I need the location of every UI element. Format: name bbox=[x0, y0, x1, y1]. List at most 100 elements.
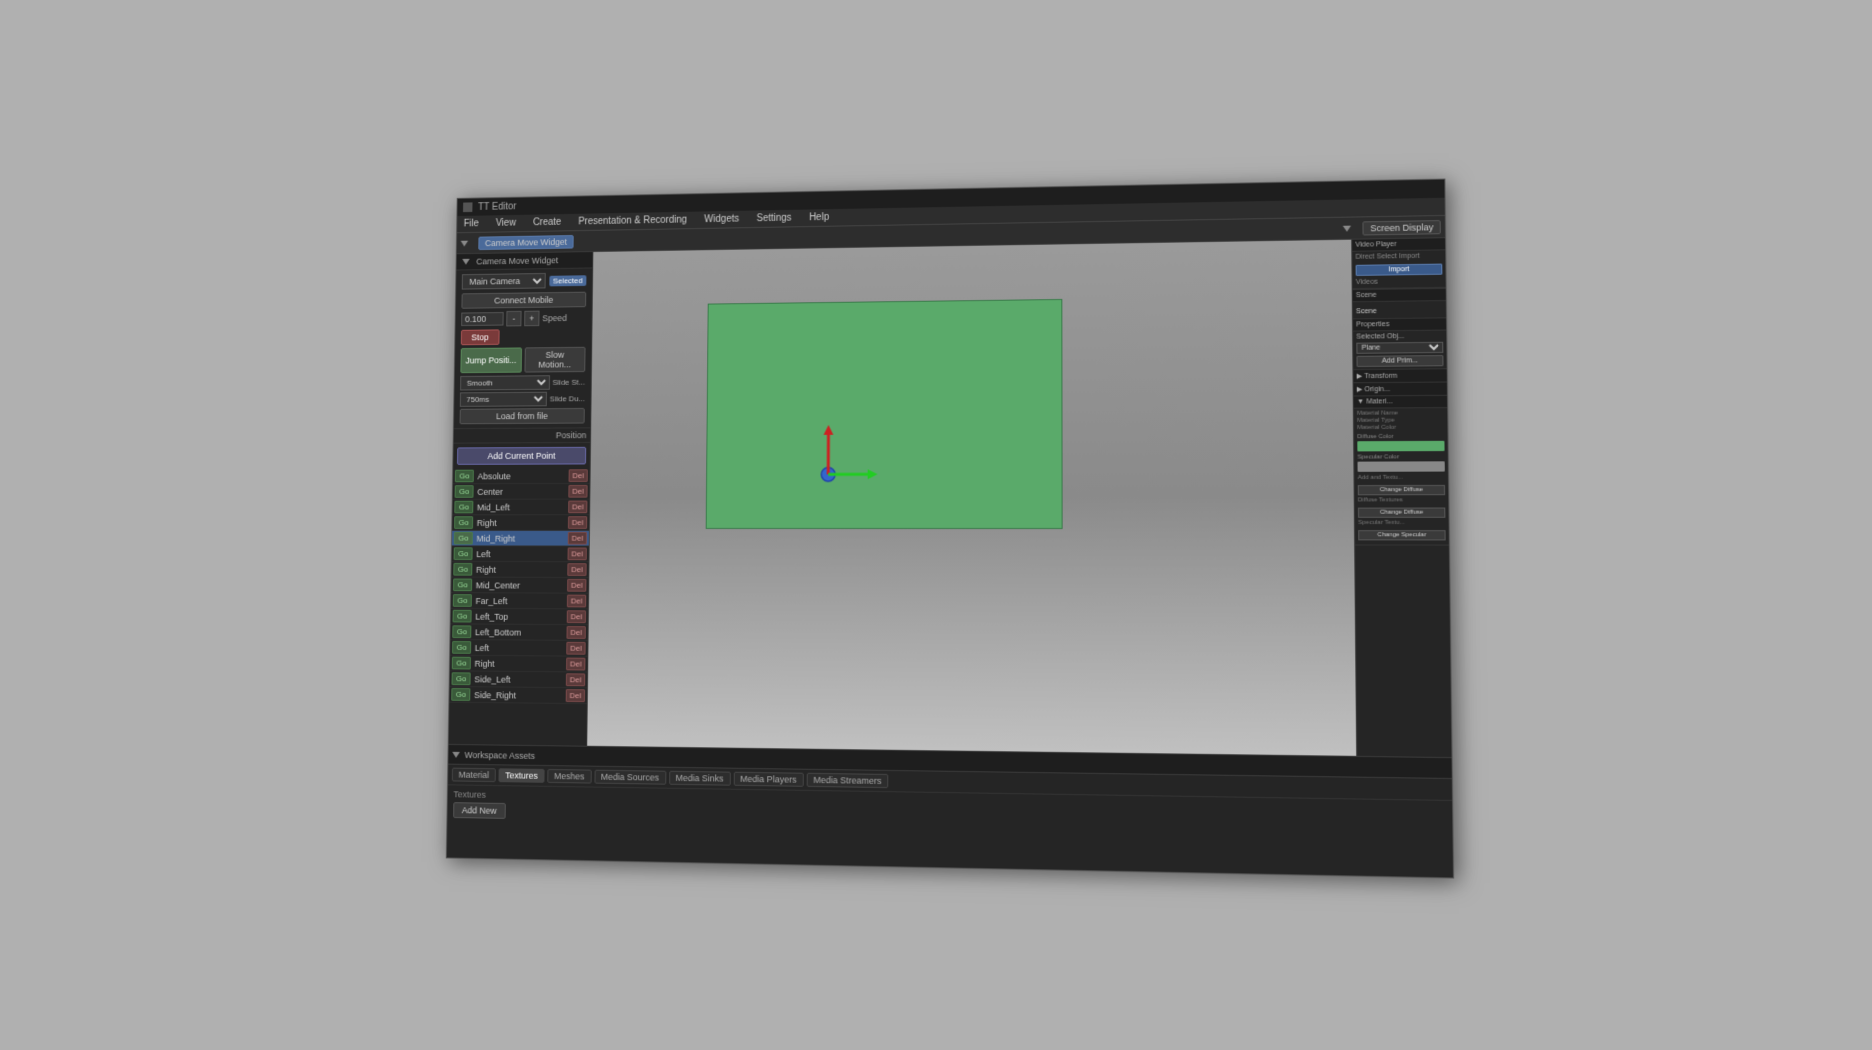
add-prim-btn[interactable]: Add Prim... bbox=[1356, 355, 1443, 367]
menu-create[interactable]: Create bbox=[530, 216, 564, 229]
speed-input[interactable] bbox=[461, 312, 503, 326]
panel-header-label: Camera Move Widget bbox=[476, 255, 558, 266]
position-header: Position bbox=[454, 428, 591, 443]
waypoint-del-btn[interactable]: Del bbox=[569, 469, 588, 482]
transform-gizmo[interactable] bbox=[798, 420, 897, 522]
scene-item[interactable]: Scene bbox=[1356, 308, 1377, 315]
transform-section[interactable]: ▶ Transform bbox=[1353, 369, 1446, 383]
material-tab[interactable]: Material bbox=[452, 768, 496, 782]
load-from-file-btn[interactable]: Load from file bbox=[460, 408, 585, 424]
change-diffuse-btn[interactable]: Change Diffuse bbox=[1358, 485, 1445, 495]
menu-presentation[interactable]: Presentation & Recording bbox=[575, 214, 690, 229]
selected-obj-row: Selected Obj... bbox=[1356, 333, 1443, 341]
plane-select[interactable]: Plane bbox=[1356, 342, 1443, 354]
textures-tab[interactable]: Textures bbox=[498, 768, 544, 783]
waypoint-name: Left_Top bbox=[471, 611, 566, 621]
waypoint-del-btn[interactable]: Del bbox=[568, 501, 587, 514]
time-select[interactable]: 750ms bbox=[460, 392, 547, 407]
waypoint-del-btn[interactable]: Del bbox=[566, 689, 585, 702]
waypoint-go-btn[interactable]: Go bbox=[455, 470, 474, 483]
waypoint-name: Left bbox=[471, 643, 566, 654]
waypoint-go-btn[interactable]: Go bbox=[454, 547, 473, 560]
smooth-row: Smooth Slide St... bbox=[460, 375, 585, 391]
scene-content: Scene bbox=[1353, 301, 1446, 318]
waypoint-del-btn[interactable]: Del bbox=[568, 516, 587, 529]
meshes-tab[interactable]: Meshes bbox=[547, 769, 591, 784]
material-section[interactable]: ▼ Materi... bbox=[1354, 396, 1447, 409]
waypoint-del-btn[interactable]: Del bbox=[568, 485, 587, 498]
waypoint-name: Left bbox=[472, 549, 567, 559]
waypoint-go-btn[interactable]: Go bbox=[453, 610, 472, 623]
media-players-tab[interactable]: Media Players bbox=[733, 772, 803, 787]
waypoint-del-btn[interactable]: Del bbox=[567, 579, 586, 592]
material-section-label: Materi... bbox=[1366, 398, 1393, 405]
waypoint-go-btn[interactable]: Go bbox=[455, 485, 474, 498]
screen-display-btn[interactable]: Screen Display bbox=[1363, 220, 1441, 235]
stop-btn[interactable]: Stop bbox=[461, 329, 499, 345]
waypoint-name: Side_Right bbox=[470, 690, 566, 701]
center-viewport[interactable] bbox=[587, 240, 1356, 756]
smooth-select[interactable]: Smooth bbox=[460, 375, 550, 390]
transform-label: Transform bbox=[1364, 373, 1397, 380]
workspace-triangle bbox=[452, 751, 460, 757]
waypoint-go-btn[interactable]: Go bbox=[452, 672, 471, 685]
speed-plus-btn[interactable]: + bbox=[524, 311, 539, 327]
waypoint-name: Side_Left bbox=[470, 674, 566, 685]
media-sources-tab[interactable]: Media Sources bbox=[594, 770, 666, 785]
waypoint-name: Absolute bbox=[474, 471, 569, 481]
screen-display-triangle bbox=[1343, 225, 1351, 231]
media-streamers-tab[interactable]: Media Streamers bbox=[806, 773, 888, 788]
menu-file[interactable]: File bbox=[461, 217, 482, 230]
waypoint-go-btn[interactable]: Go bbox=[454, 532, 473, 545]
media-sinks-tab[interactable]: Media Sinks bbox=[669, 771, 731, 786]
speed-minus-btn[interactable]: - bbox=[506, 311, 521, 327]
waypoint-del-btn[interactable]: Del bbox=[566, 642, 585, 655]
waypoint-del-btn[interactable]: Del bbox=[567, 595, 586, 608]
waypoint-row: GoRightDel bbox=[451, 562, 588, 578]
camera-dropdown[interactable]: Main Camera bbox=[462, 273, 546, 290]
action-row: Jump Positi... Slow Motion... bbox=[460, 347, 585, 373]
menu-settings[interactable]: Settings bbox=[754, 212, 795, 225]
properties-panel: Properties Selected Obj... Plane Add Pri… bbox=[1353, 318, 1452, 757]
slow-motion-btn[interactable]: Slow Motion... bbox=[524, 347, 586, 373]
jump-position-btn[interactable]: Jump Positi... bbox=[460, 347, 521, 373]
waypoints-list: GoAbsoluteDelGoCenterDelGoMid_LeftDelGoR… bbox=[449, 468, 590, 745]
specular-color-swatch[interactable] bbox=[1358, 461, 1445, 472]
waypoint-go-btn[interactable]: Go bbox=[454, 501, 473, 514]
waypoint-del-btn[interactable]: Del bbox=[566, 658, 585, 671]
add-new-btn[interactable]: Add New bbox=[453, 802, 505, 819]
app-window: TT Editor File View Create Presentation … bbox=[446, 179, 1454, 879]
menu-view[interactable]: View bbox=[493, 217, 519, 230]
add-current-point-btn[interactable]: Add Current Point bbox=[457, 447, 586, 465]
change-diffuse2-btn[interactable]: Change Diffuse bbox=[1358, 508, 1445, 518]
waypoint-row: GoLeftDel bbox=[450, 640, 587, 657]
waypoint-go-btn[interactable]: Go bbox=[453, 594, 472, 607]
waypoint-name: Mid_Right bbox=[473, 533, 568, 543]
menu-help[interactable]: Help bbox=[806, 211, 832, 224]
waypoint-go-btn[interactable]: Go bbox=[452, 641, 471, 654]
camera-move-widget-btn[interactable]: Camera Move Widget bbox=[478, 235, 573, 250]
waypoint-del-btn[interactable]: Del bbox=[567, 563, 586, 576]
waypoint-row: GoLeftDel bbox=[452, 546, 589, 562]
diffuse-color-swatch[interactable] bbox=[1357, 441, 1444, 452]
waypoint-go-btn[interactable]: Go bbox=[452, 657, 471, 670]
waypoint-del-btn[interactable]: Del bbox=[568, 532, 587, 545]
change-specular-btn[interactable]: Change Specular bbox=[1358, 530, 1445, 540]
video-player-title: Video Player bbox=[1355, 241, 1396, 249]
selected-obj-section: Selected Obj... Plane Add Prim... bbox=[1353, 331, 1447, 371]
waypoint-go-btn[interactable]: Go bbox=[453, 563, 472, 576]
waypoint-row: GoRightDel bbox=[452, 515, 589, 531]
waypoint-del-btn[interactable]: Del bbox=[566, 673, 585, 686]
waypoint-del-btn[interactable]: Del bbox=[566, 626, 585, 639]
waypoint-del-btn[interactable]: Del bbox=[567, 610, 586, 623]
waypoint-del-btn[interactable]: Del bbox=[568, 548, 587, 561]
waypoint-go-btn[interactable]: Go bbox=[454, 516, 473, 529]
menu-widgets[interactable]: Widgets bbox=[701, 213, 742, 226]
connect-mobile-btn[interactable]: Connect Mobile bbox=[461, 292, 586, 309]
import-btn[interactable]: Import bbox=[1356, 264, 1443, 276]
origin-section[interactable]: ▶ Origin... bbox=[1354, 383, 1447, 397]
workspace-assets-label: Workspace Assets bbox=[465, 750, 536, 761]
waypoint-go-btn[interactable]: Go bbox=[451, 688, 470, 701]
waypoint-go-btn[interactable]: Go bbox=[453, 579, 472, 592]
waypoint-go-btn[interactable]: Go bbox=[452, 625, 471, 638]
